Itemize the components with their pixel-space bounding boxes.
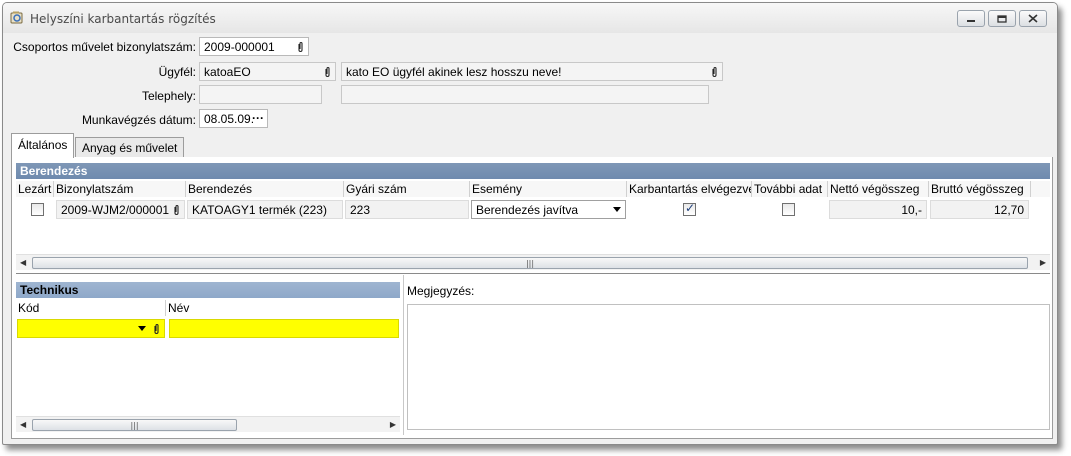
minimize-button[interactable]: [957, 10, 985, 27]
col-brutto-vegosszeg[interactable]: Bruttó végösszeg: [929, 181, 1031, 197]
ugyfel-name-value: kato EO ügyfél akinek lesz hosszu neve!: [346, 65, 562, 79]
table-row[interactable]: 2009-WJM2/000001 KATOAGY1 termék (223) 2…: [16, 199, 1050, 221]
section-divider: [16, 273, 1050, 274]
col-nev[interactable]: Név: [166, 300, 400, 316]
telephely-name-field[interactable]: [341, 85, 709, 104]
grip-icon: |||: [525, 258, 535, 268]
technikus-horizontal-scrollbar[interactable]: ◀ ||| ▶: [16, 416, 400, 432]
telephely-code-field[interactable]: [199, 85, 322, 104]
datum-label: Munkavégzés dátum:: [81, 113, 196, 127]
col-bizonylatszam[interactable]: Bizonylatszám: [54, 181, 186, 197]
technikus-title: Technikus: [20, 283, 79, 297]
scroll-right-icon[interactable]: ▶: [390, 420, 396, 429]
chevron-down-icon[interactable]: [138, 326, 146, 331]
scroll-left-icon[interactable]: ◀: [20, 420, 26, 429]
paperclip-icon[interactable]: [323, 66, 332, 78]
datum-value: 08.05.09.: [204, 112, 255, 126]
col-kod[interactable]: Kód: [16, 300, 166, 316]
maximize-icon: [997, 14, 1007, 23]
karbantartas-elvegezve-checkbox[interactable]: [683, 201, 696, 216]
col-karbantartas-elvegezve[interactable]: Karbantartás elvégezve: [627, 181, 752, 197]
tab-anyag-label: Anyag és művelet: [82, 141, 178, 155]
tab-anyag-es-muvelet[interactable]: Anyag és művelet: [75, 137, 185, 157]
technikus-kod-field[interactable]: [17, 319, 165, 338]
tab-panel-altalanos: Berendezés Lezárt Bizonylatszám Berendez…: [11, 157, 1053, 439]
ugyfel-code-value: katoaEO: [204, 65, 251, 79]
row-bizonylatszam[interactable]: 2009-WJM2/000001: [56, 200, 185, 219]
bizonylatszam-label: Csoportos művelet bizonylatszám:: [13, 40, 196, 54]
main-window: Helyszíni karbantartás rögzítés Csoporto…: [2, 2, 1058, 445]
paperclip-icon[interactable]: [172, 204, 181, 216]
telephely-label: Telephely:: [141, 89, 196, 103]
app-icon: [10, 11, 23, 24]
row-gyari-szam[interactable]: 223: [345, 200, 469, 219]
row-bizonylatszam-value: 2009-WJM2/000001: [61, 203, 170, 217]
ugyfel-name-field[interactable]: kato EO ügyfél akinek lesz hosszu neve!: [341, 62, 723, 81]
tab-altalanos[interactable]: Általános: [11, 133, 75, 158]
window-title: Helyszíni karbantartás rögzítés: [30, 12, 216, 26]
col-gyari-szam[interactable]: Gyári szám: [344, 181, 470, 197]
row-berendezes[interactable]: KATOAGY1 termék (223): [187, 200, 343, 219]
bizonylatszam-value: 2009-000001: [204, 40, 275, 54]
row-brutto[interactable]: 12,70: [930, 200, 1029, 219]
berendezes-column-headers: Lezárt Bizonylatszám Berendezés Gyári sz…: [16, 181, 1050, 197]
ugyfel-label: Ügyfél:: [158, 65, 196, 79]
scroll-right-icon[interactable]: ▶: [1040, 258, 1046, 267]
scroll-thumb[interactable]: |||: [32, 419, 237, 431]
maximize-button[interactable]: [988, 10, 1016, 27]
berendezes-horizontal-scrollbar[interactable]: ◀ ||| ▶: [16, 254, 1050, 270]
paperclip-icon[interactable]: [152, 323, 161, 335]
tovabbi-adat-checkbox[interactable]: [782, 203, 795, 216]
date-picker-button[interactable]: ···: [252, 111, 264, 125]
tab-altalanos-label: Általános: [18, 138, 68, 152]
minimize-icon: [967, 19, 975, 22]
bizonylatszam-field[interactable]: 2009-000001: [199, 37, 309, 56]
col-lezart[interactable]: Lezárt: [16, 181, 54, 197]
megjegyzes-textarea[interactable]: [407, 304, 1050, 430]
close-icon: [1028, 14, 1038, 23]
berendezes-group-header: Berendezés: [16, 163, 1050, 179]
paperclip-icon[interactable]: [296, 41, 305, 53]
technikus-column-headers: Kód Név: [16, 300, 400, 316]
table-row[interactable]: [16, 318, 400, 340]
scroll-thumb[interactable]: |||: [32, 257, 1028, 269]
col-esemeny[interactable]: Esemény: [470, 181, 627, 197]
datum-field[interactable]: 08.05.09. ···: [199, 109, 268, 128]
esemeny-value: Berendezés javítva: [476, 203, 579, 217]
technikus-group-header: Technikus: [16, 282, 400, 298]
lezart-checkbox[interactable]: [31, 203, 44, 216]
megjegyzes-label: Megjegyzés:: [407, 284, 475, 298]
ugyfel-code-field[interactable]: katoaEO: [199, 62, 336, 81]
berendezes-title: Berendezés: [20, 164, 88, 178]
chevron-down-icon[interactable]: [613, 207, 621, 212]
title-bar[interactable]: Helyszíni karbantartás rögzítés: [3, 3, 1057, 33]
vertical-divider: [403, 275, 404, 435]
row-netto[interactable]: 10,-: [829, 200, 927, 219]
grip-icon: |||: [130, 420, 139, 430]
scroll-left-icon[interactable]: ◀: [20, 258, 26, 267]
close-button[interactable]: [1019, 10, 1047, 27]
col-netto-vegosszeg[interactable]: Nettó végösszeg: [828, 181, 929, 197]
esemeny-select[interactable]: Berendezés javítva: [471, 200, 626, 219]
technikus-nev-field[interactable]: [169, 319, 399, 338]
col-berendezes[interactable]: Berendezés: [186, 181, 344, 197]
paperclip-icon[interactable]: [710, 66, 719, 78]
col-tovabbi-adat[interactable]: További adat: [752, 181, 828, 197]
